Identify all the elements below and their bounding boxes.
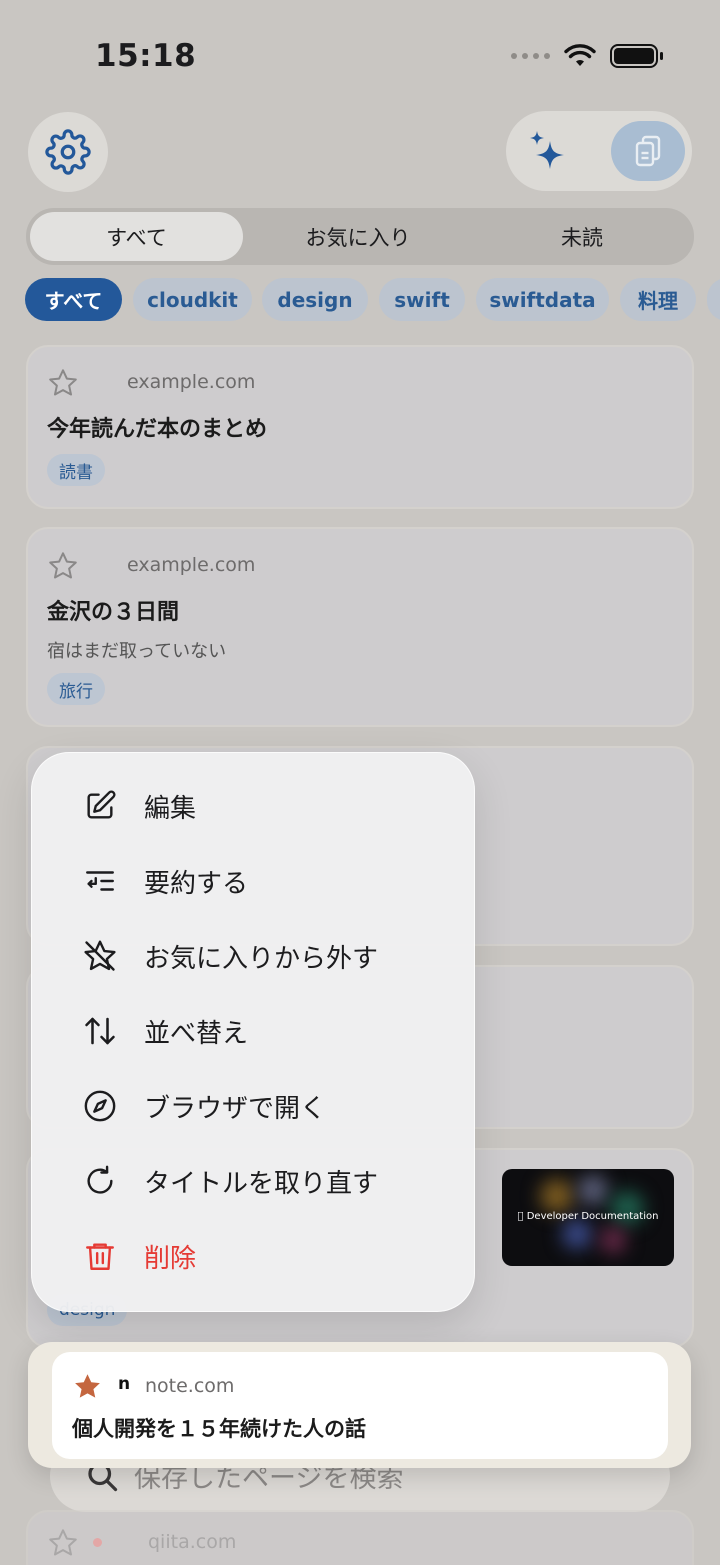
- clipboard-icon: [635, 135, 661, 167]
- tag-chip-cloudkit[interactable]: cloudkit: [133, 278, 252, 321]
- compass-icon: [80, 1086, 120, 1126]
- card-title: 個人開発を１５年続けた人の話: [72, 1417, 366, 1441]
- refresh-icon: [80, 1161, 120, 1201]
- gear-icon: [45, 129, 91, 175]
- card-thumbnail:  Developer Documentation: [502, 1169, 674, 1266]
- menu-item-open-browser[interactable]: ブラウザで開く: [80, 1076, 326, 1136]
- tag-chip-cooking[interactable]: 料理: [620, 278, 696, 321]
- tag-chip-all[interactable]: すべて: [25, 278, 122, 321]
- menu-item-refetch-title[interactable]: タイトルを取り直す: [80, 1151, 378, 1211]
- menu-item-label: 要約する: [144, 868, 249, 899]
- menu-item-unfavorite[interactable]: お気に入りから外す: [80, 926, 378, 986]
- bookmark-card[interactable]: [26, 1510, 694, 1565]
- settings-button[interactable]: [28, 112, 108, 192]
- menu-item-label: ブラウザで開く: [144, 1093, 327, 1124]
- star-outline-icon[interactable]: [47, 550, 79, 582]
- menu-item-label: 削除: [144, 1243, 197, 1274]
- sort-icon: [80, 1011, 120, 1051]
- tag-chip-swift[interactable]: swift: [379, 278, 465, 321]
- star-filled-icon[interactable]: [72, 1371, 103, 1402]
- menu-item-summarize[interactable]: 要約する: [80, 851, 248, 911]
- segment-favorites[interactable]: お気に入り: [248, 212, 468, 261]
- site-logo-icon: n: [118, 1374, 131, 1394]
- card-title: 金沢の３日間: [47, 600, 180, 625]
- menu-item-label: 並べ替え: [144, 1018, 249, 1049]
- segment-all[interactable]: すべて: [30, 212, 243, 261]
- status-time: 15:18: [95, 38, 197, 74]
- trash-icon: [80, 1236, 120, 1276]
- status-icons: [511, 44, 663, 68]
- edit-icon: [80, 786, 120, 826]
- unfavorite-icon: [80, 936, 120, 976]
- card-tag[interactable]: 読書: [47, 454, 105, 486]
- card-domain: note.com: [145, 1375, 235, 1397]
- wifi-icon: [564, 44, 596, 66]
- tag-chip-more[interactable]: [707, 278, 720, 321]
- battery-icon: [610, 44, 663, 68]
- card-domain: qiita.com: [148, 1531, 237, 1553]
- card-description: 宿はまだ取っていない: [47, 641, 227, 662]
- menu-item-sort[interactable]: 並べ替え: [80, 1001, 248, 1061]
- signal-icon: [511, 53, 550, 59]
- card-tag[interactable]: 旅行: [47, 673, 105, 705]
- menu-item-label: お気に入りから外す: [144, 943, 379, 974]
- card-domain: example.com: [127, 371, 256, 393]
- tag-chip-design[interactable]: design: [262, 278, 368, 321]
- menu-item-delete[interactable]: 削除: [80, 1226, 196, 1286]
- card-title: 今年読んだ本のまとめ: [47, 417, 268, 442]
- card-domain: example.com: [127, 554, 256, 576]
- star-outline-icon[interactable]: [47, 1527, 79, 1559]
- thumbnail-caption:  Developer Documentation: [518, 1211, 659, 1222]
- ai-button[interactable]: [518, 122, 578, 182]
- menu-item-label: 編集: [144, 793, 197, 824]
- menu-item-label: タイトルを取り直す: [144, 1168, 379, 1199]
- tag-chip-swiftdata[interactable]: swiftdata: [476, 278, 609, 321]
- segment-unread[interactable]: 未読: [472, 212, 692, 261]
- sparkles-icon: [530, 131, 564, 169]
- star-outline-icon[interactable]: [47, 367, 79, 399]
- menu-item-edit[interactable]: 編集: [80, 776, 196, 836]
- summarize-icon: [80, 861, 120, 901]
- clipboard-button[interactable]: [611, 121, 685, 181]
- unread-dot: [93, 1538, 102, 1547]
